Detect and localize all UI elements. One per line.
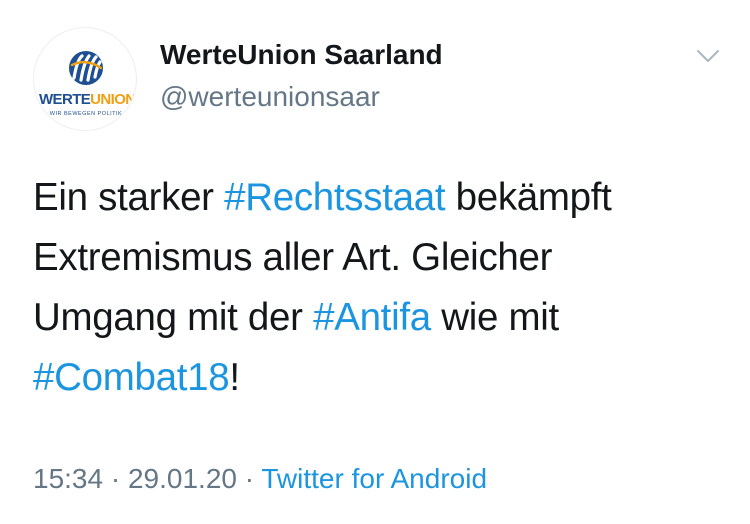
- avatar[interactable]: WERTEUNION WIR BEWEGEN POLITIK: [33, 27, 137, 131]
- tweet-source-link[interactable]: Twitter for Android: [261, 463, 487, 494]
- hashtag-link-rechtsstaat[interactable]: #Rechtsstaat: [224, 176, 445, 219]
- tweet-line: #Combat18!: [33, 348, 733, 408]
- tweet-text: Ein starker #Rechtsstaat bekämpft Extrem…: [33, 168, 733, 408]
- tweet-text-segment: Umgang mit der: [33, 296, 314, 339]
- tweet-text-segment: Ein starker: [33, 176, 225, 219]
- meta-separator: ·: [236, 463, 262, 494]
- logo-word-part2: UNION: [90, 91, 136, 108]
- tweet-line: Ein starker #Rechtsstaat bekämpft: [33, 168, 733, 228]
- logo-word-part1: WERTE: [39, 91, 91, 108]
- logo-wordmark: WERTEUNION: [39, 91, 136, 108]
- tweet-text-segment: bekämpft: [445, 176, 612, 219]
- tweet-time[interactable]: 15:34: [33, 463, 103, 494]
- tweet-text-segment: !: [229, 356, 240, 399]
- display-name[interactable]: WerteUnion Saarland: [160, 38, 443, 72]
- tweet-text-segment: wie mit: [430, 296, 559, 339]
- tweet-text-segment: Extremismus aller Art. Gleicher: [33, 236, 553, 279]
- handle[interactable]: @werteunionsaar: [160, 80, 380, 114]
- tweet-meta: 15:34 · 29.01.20 · Twitter for Android: [33, 462, 487, 496]
- tweet-date[interactable]: 29.01.20: [128, 463, 237, 494]
- hashtag-link-antifa[interactable]: #Antifa: [313, 296, 431, 339]
- tweet-card: WERTEUNION WIR BEWEGEN POLITIK WerteUnio…: [0, 0, 750, 524]
- chevron-down-icon[interactable]: [694, 44, 722, 68]
- tweet-line: Umgang mit der #Antifa wie mit: [33, 288, 733, 348]
- logo-tagline: WIR BEWEGEN POLITIK: [49, 111, 123, 117]
- hashtag-link-combat18[interactable]: #Combat18: [33, 356, 230, 399]
- tweet-line: Extremismus aller Art. Gleicher: [33, 228, 733, 288]
- meta-separator: ·: [103, 463, 128, 494]
